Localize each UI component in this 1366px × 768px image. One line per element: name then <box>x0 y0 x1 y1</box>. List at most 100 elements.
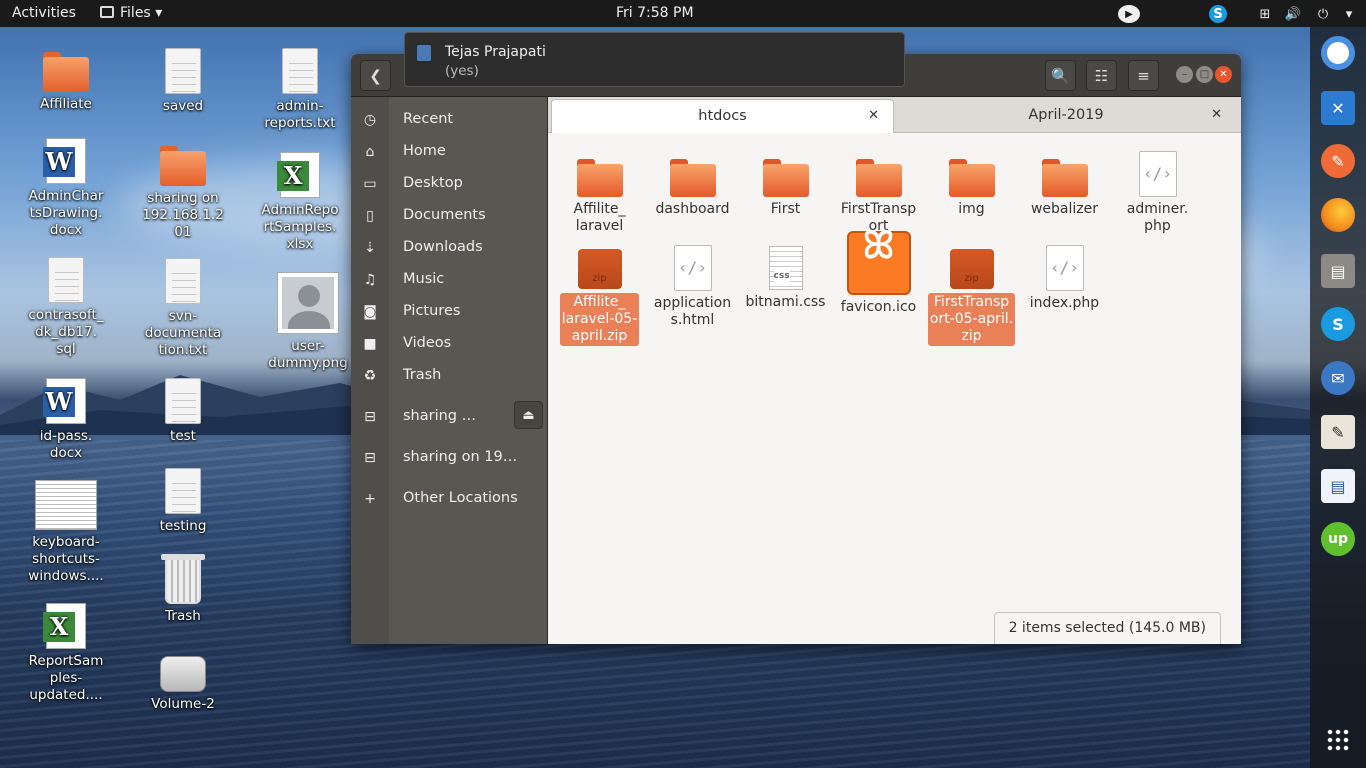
sidebar-item-documents[interactable]: ▯ Documents <box>351 200 547 232</box>
desktop-icon[interactable]: Affiliate <box>18 52 114 113</box>
css-file-icon: css <box>768 246 803 290</box>
view-toggle-button[interactable]: ☷ <box>1086 60 1117 91</box>
network-icon[interactable]: ⊞ <box>1256 5 1274 23</box>
sidebar-item-label: Videos <box>403 335 452 351</box>
desktop-icon[interactable]: testing <box>135 468 231 535</box>
sidebar-item-label: Pictures <box>403 303 461 319</box>
desktop-icon[interactable]: user- dummy.png <box>260 272 356 372</box>
sidebar-item-recent[interactable]: ◷ Recent <box>351 104 547 136</box>
avatar <box>417 45 431 61</box>
minimize-button[interactable]: – <box>1176 66 1193 83</box>
file-item[interactable]: ‹/› index.php <box>1018 245 1111 312</box>
tab-htdocs[interactable]: htdocs ✕ <box>551 99 894 133</box>
desktop-icon[interactable]: W AdminChar tsDrawing. docx <box>18 138 114 239</box>
file-item[interactable]: Affilite_ laravel <box>553 159 646 235</box>
desktop-icon-label: admin- reports.txt <box>264 98 336 131</box>
sidebar-item-music[interactable]: ♫ Music <box>351 264 547 296</box>
tray-app-icon[interactable]: ▶ <box>1118 5 1140 23</box>
text-editor-icon[interactable]: ✎ <box>1321 415 1355 449</box>
vscode-icon[interactable]: ✕ <box>1321 91 1355 125</box>
volume-icon[interactable]: 🔊 <box>1284 5 1302 23</box>
libreoffice-writer-icon[interactable]: ▤ <box>1321 469 1355 503</box>
file-item[interactable]: ꕤ favicon.ico <box>832 226 925 316</box>
desktop-icon[interactable]: contrasoft_ dk_db17. sql <box>18 257 114 358</box>
files-icon[interactable]: ▤ <box>1321 254 1355 288</box>
desktop-icon-label: user- dummy.png <box>268 338 348 371</box>
text-file-icon <box>165 258 201 304</box>
sidebar-item-trash[interactable]: ♻ Trash <box>351 360 547 392</box>
network-share-icon: ⊟ <box>364 409 376 425</box>
document-icon: ▯ <box>366 208 374 224</box>
file-label: favicon.ico <box>840 299 917 315</box>
tab-april-2019[interactable]: April-2019 ✕ <box>896 99 1236 133</box>
desktop-icon[interactable]: sharing on 192.168.1.2 01 <box>135 146 231 241</box>
image-file-icon <box>35 480 97 530</box>
file-label: Affilite_ laravel-05- april.zip <box>559 293 640 346</box>
desktop-icon[interactable]: saved <box>135 48 231 115</box>
power-icon[interactable]: ⏻ <box>1314 5 1332 23</box>
desktop-icon[interactable]: Trash <box>135 554 231 625</box>
file-label: img <box>958 201 985 217</box>
postman-icon[interactable]: ✎ <box>1321 144 1355 178</box>
sidebar-item-home[interactable]: ⌂ Home <box>351 136 547 168</box>
sidebar-item-label: Home <box>403 143 446 159</box>
show-applications-icon[interactable] <box>1326 728 1350 752</box>
file-item-selected[interactable]: zip Affilite_ laravel-05- april.zip <box>553 249 646 346</box>
file-item[interactable]: css bitnami.css <box>739 246 832 311</box>
folder-icon <box>669 159 716 197</box>
drive-icon <box>160 656 206 692</box>
desktop-icon-label: test <box>170 428 196 444</box>
close-tab-icon[interactable]: ✕ <box>868 108 879 123</box>
eject-button[interactable]: ⏏ <box>514 401 543 429</box>
skype-tray-icon[interactable]: S <box>1209 5 1227 23</box>
desktop-icon-label: ReportSam ples- updated.... <box>28 653 104 703</box>
close-tab-icon[interactable]: ✕ <box>1211 107 1222 122</box>
desktop-icon[interactable]: admin- reports.txt <box>252 48 348 132</box>
sidebar-item-downloads[interactable]: ⇣ Downloads <box>351 232 547 264</box>
desktop-icon[interactable]: svn- documenta tion.txt <box>135 258 231 359</box>
file-item[interactable]: ‹/› adminer. php <box>1111 151 1204 235</box>
close-window-button[interactable]: ✕ <box>1215 66 1232 83</box>
file-item[interactable]: webalizer <box>1018 159 1111 218</box>
excel-icon: X <box>277 152 320 198</box>
maximize-button[interactable]: □ <box>1196 66 1213 83</box>
clock[interactable]: Fri 7:58 PM <box>616 0 694 27</box>
sidebar-item-desktop[interactable]: ▭ Desktop <box>351 168 547 200</box>
desktop-icon-label: id-pass. docx <box>39 428 93 461</box>
notification-banner[interactable]: Tejas Prajapati (yes) <box>404 32 905 87</box>
file-item[interactable]: img <box>925 159 1018 218</box>
file-item[interactable]: ‹/› application s.html <box>646 245 739 329</box>
back-button[interactable]: ❮ <box>360 60 391 91</box>
file-label: webalizer <box>1030 201 1099 217</box>
desktop-icon[interactable]: W id-pass. docx <box>18 378 114 462</box>
file-item[interactable]: dashboard <box>646 159 739 218</box>
desktop-icon[interactable]: X AdminRepo rtSamples. xlsx <box>252 152 348 253</box>
sidebar-item-other-locations[interactable]: + Other Locations <box>351 483 547 515</box>
chrome-icon[interactable] <box>1321 36 1355 70</box>
file-item[interactable]: First <box>739 159 832 218</box>
upwork-icon[interactable]: up <box>1321 522 1355 556</box>
desktop-icon[interactable]: X ReportSam ples- updated.... <box>18 603 114 704</box>
search-button[interactable]: 🔍 <box>1045 60 1076 91</box>
sidebar-item-label: Downloads <box>403 239 483 255</box>
network-share-icon: ⊟ <box>364 450 376 466</box>
zip-badge: zip <box>964 273 979 284</box>
menu-button[interactable]: ≡ <box>1128 60 1159 91</box>
skype-icon[interactable]: S <box>1321 307 1355 341</box>
text-file-icon <box>165 48 201 94</box>
folder-icon <box>43 52 89 92</box>
sidebar-item-videos[interactable]: ■ Videos <box>351 328 547 360</box>
thunderbird-icon[interactable]: ✉ <box>1321 361 1355 395</box>
desktop-icon[interactable]: Volume-2 <box>135 656 231 713</box>
activities-button[interactable]: Activities <box>12 0 76 27</box>
sidebar-item-sharing-2[interactable]: ⊟ sharing on 19… <box>351 442 547 474</box>
chevron-down-icon[interactable]: ▾ <box>1340 5 1358 23</box>
sidebar-item-label: Recent <box>403 111 454 127</box>
firefox-icon[interactable] <box>1321 198 1355 232</box>
desktop-icon[interactable]: test <box>135 378 231 445</box>
file-label: dashboard <box>655 201 730 217</box>
sidebar-item-pictures[interactable]: ◙ Pictures <box>351 296 547 328</box>
desktop-icon[interactable]: keyboard- shortcuts- windows.... <box>18 480 114 585</box>
app-menu-button[interactable]: Files ▾ <box>100 0 162 27</box>
file-item-selected[interactable]: zip FirstTransp ort-05-april. zip <box>925 249 1018 346</box>
